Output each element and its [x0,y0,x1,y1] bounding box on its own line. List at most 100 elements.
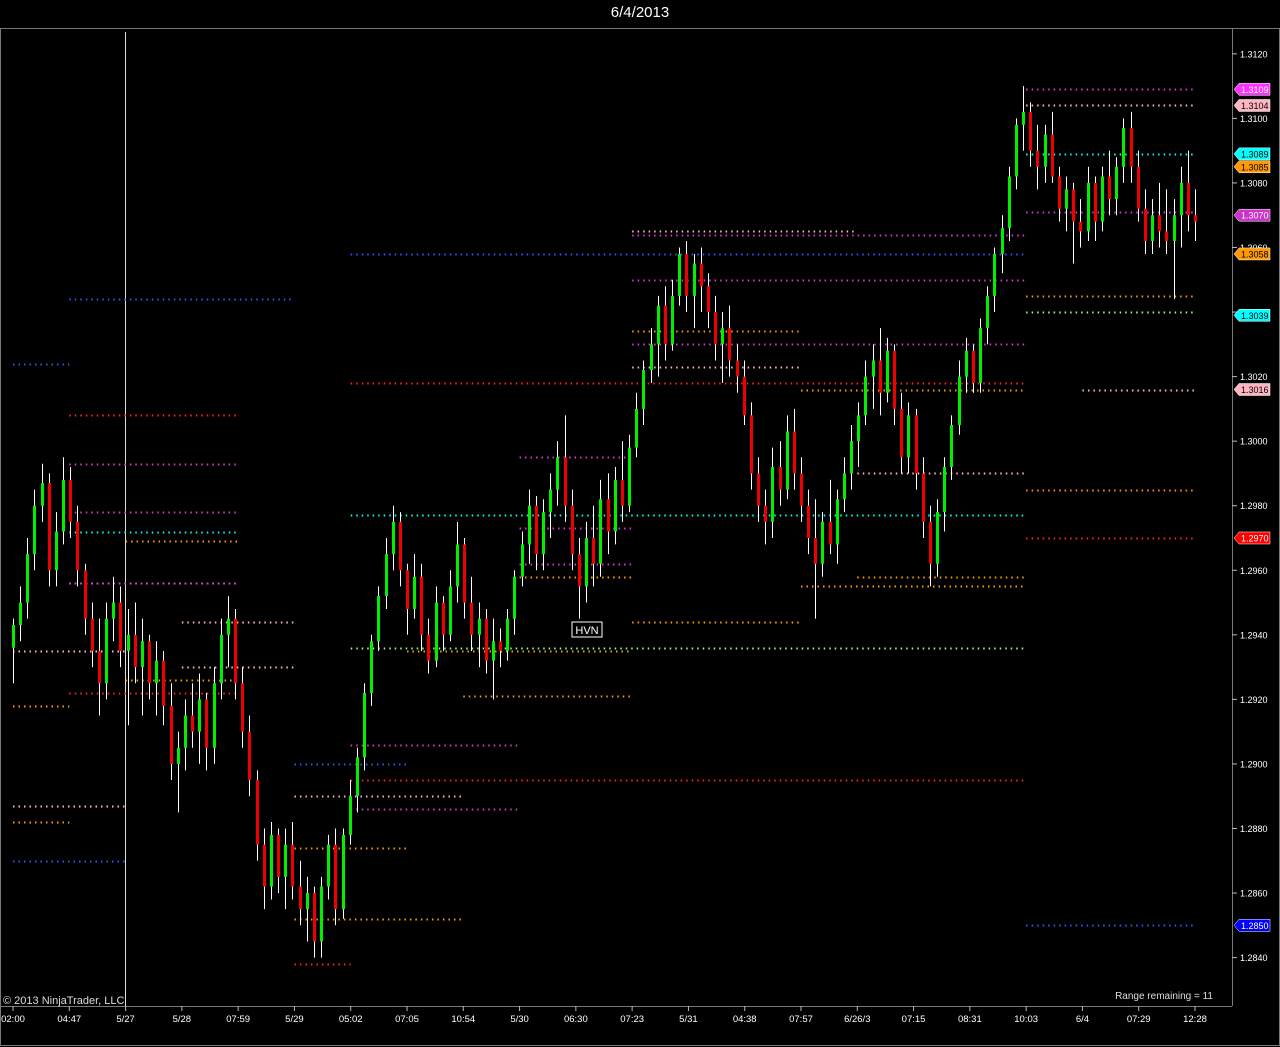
price-bar [76,521,79,571]
price-bar [205,699,208,748]
price-marker-label: 1.3070 [1241,211,1269,221]
x-tick-label: 04:47 [57,1014,81,1025]
price-bar [542,512,545,555]
price-bar [277,834,280,877]
price-bar [427,634,430,661]
price-bar [1008,176,1011,229]
y-tick-label: 1.2880 [1240,824,1268,834]
price-bar [843,473,846,500]
price-bar [256,780,259,845]
price-bar [872,360,875,377]
price-bar [907,415,910,458]
price-bar [1094,182,1097,222]
price-bar [55,531,58,571]
x-tick-label: 6/26/3 [844,1014,870,1025]
x-tick-label: 02:00 [1,1014,25,1025]
price-bar [485,618,488,661]
price-bar [463,544,466,603]
price-bar [320,886,323,942]
price-bar [127,634,130,651]
price-bar [162,660,165,706]
x-tick-label: 5/27 [116,1014,135,1025]
level-lines [13,88,1195,966]
price-bar [327,844,330,887]
price-bar [1115,166,1118,200]
hvn-label: HVN [575,625,598,637]
price-bar [1044,134,1047,167]
price-bar [1072,189,1075,222]
price-bar [771,466,774,522]
time-axis[interactable]: 02:00 04:47 5/27 5/28 07:59 5/29 05:02 07:05 10:… [1,1006,1207,1025]
copyright-text: © 2013 NinjaTrader, LLC [3,995,124,1007]
price-bar [628,447,631,506]
price-bar [857,415,860,442]
price-marker-label: 1.3058 [1241,249,1269,259]
price-bar [793,431,796,474]
price-bar [1130,128,1133,167]
y-tick-label: 1.3000 [1240,437,1268,447]
price-bar [449,586,452,635]
price-bar [234,618,237,684]
price-bar [585,537,588,587]
price-bar [148,641,151,684]
x-tick-label: 07:15 [902,1014,926,1025]
price-bar [220,634,223,684]
price-bar [993,253,996,296]
x-tick-label: 5/28 [173,1014,192,1025]
price-bar [1087,182,1090,232]
price-bar [356,757,359,797]
x-tick-label: 07:05 [395,1014,419,1025]
price-bar [800,473,803,506]
price-bar [91,618,94,651]
price-bar [1029,111,1032,151]
y-tick-label: 1.3100 [1240,114,1268,124]
x-tick-label: 10:54 [451,1014,475,1025]
price-marker-label: 1.3085 [1241,162,1269,172]
price-bar [33,505,36,555]
price-bar [893,350,896,409]
price-bar [184,715,187,748]
price-bar [349,796,352,835]
price-bar [385,554,388,597]
price-marker-label: 1.2970 [1241,533,1269,543]
price-bar [743,376,746,416]
price-bar [700,263,703,287]
price-bar [535,505,538,555]
price-bar [1022,111,1025,125]
price-bar [528,505,531,545]
price-marker-label: 1.3104 [1241,101,1269,111]
price-bar [1079,221,1082,232]
price-bar [41,483,44,506]
price-bar [19,602,22,626]
price-bar [829,521,832,545]
price-bar [105,618,108,684]
price-axis[interactable]: 1.31201.31001.30801.30601.30401.30201.30… [1232,49,1268,963]
price-bar [284,844,287,877]
price-bar [499,641,502,651]
price-bar [170,705,173,764]
price-bar [578,554,581,587]
x-tick-label: 07:23 [620,1014,644,1025]
x-tick-label: 07:59 [226,1014,250,1025]
price-bar [664,305,667,345]
price-bar [177,747,180,764]
price-bar [112,602,115,619]
x-tick-label: 08:31 [958,1014,982,1025]
price-bar [922,473,925,522]
price-bar [614,479,617,532]
price-bar [141,641,144,668]
price-bar [413,576,416,609]
price-bar [334,844,337,910]
price-bar [707,286,710,313]
price-bar [1137,166,1140,209]
price-bar [392,521,395,555]
price-bar [1015,124,1018,177]
price-bar [1108,176,1111,200]
price-chart[interactable]: 1.31201.31001.30801.30601.30401.30201.30… [0,0,1280,1047]
price-bar [470,602,473,635]
chart-frame [0,28,1280,1046]
price-bar [492,641,495,661]
price-bar [399,521,402,571]
price-bar [549,489,552,513]
price-bar [248,731,251,781]
